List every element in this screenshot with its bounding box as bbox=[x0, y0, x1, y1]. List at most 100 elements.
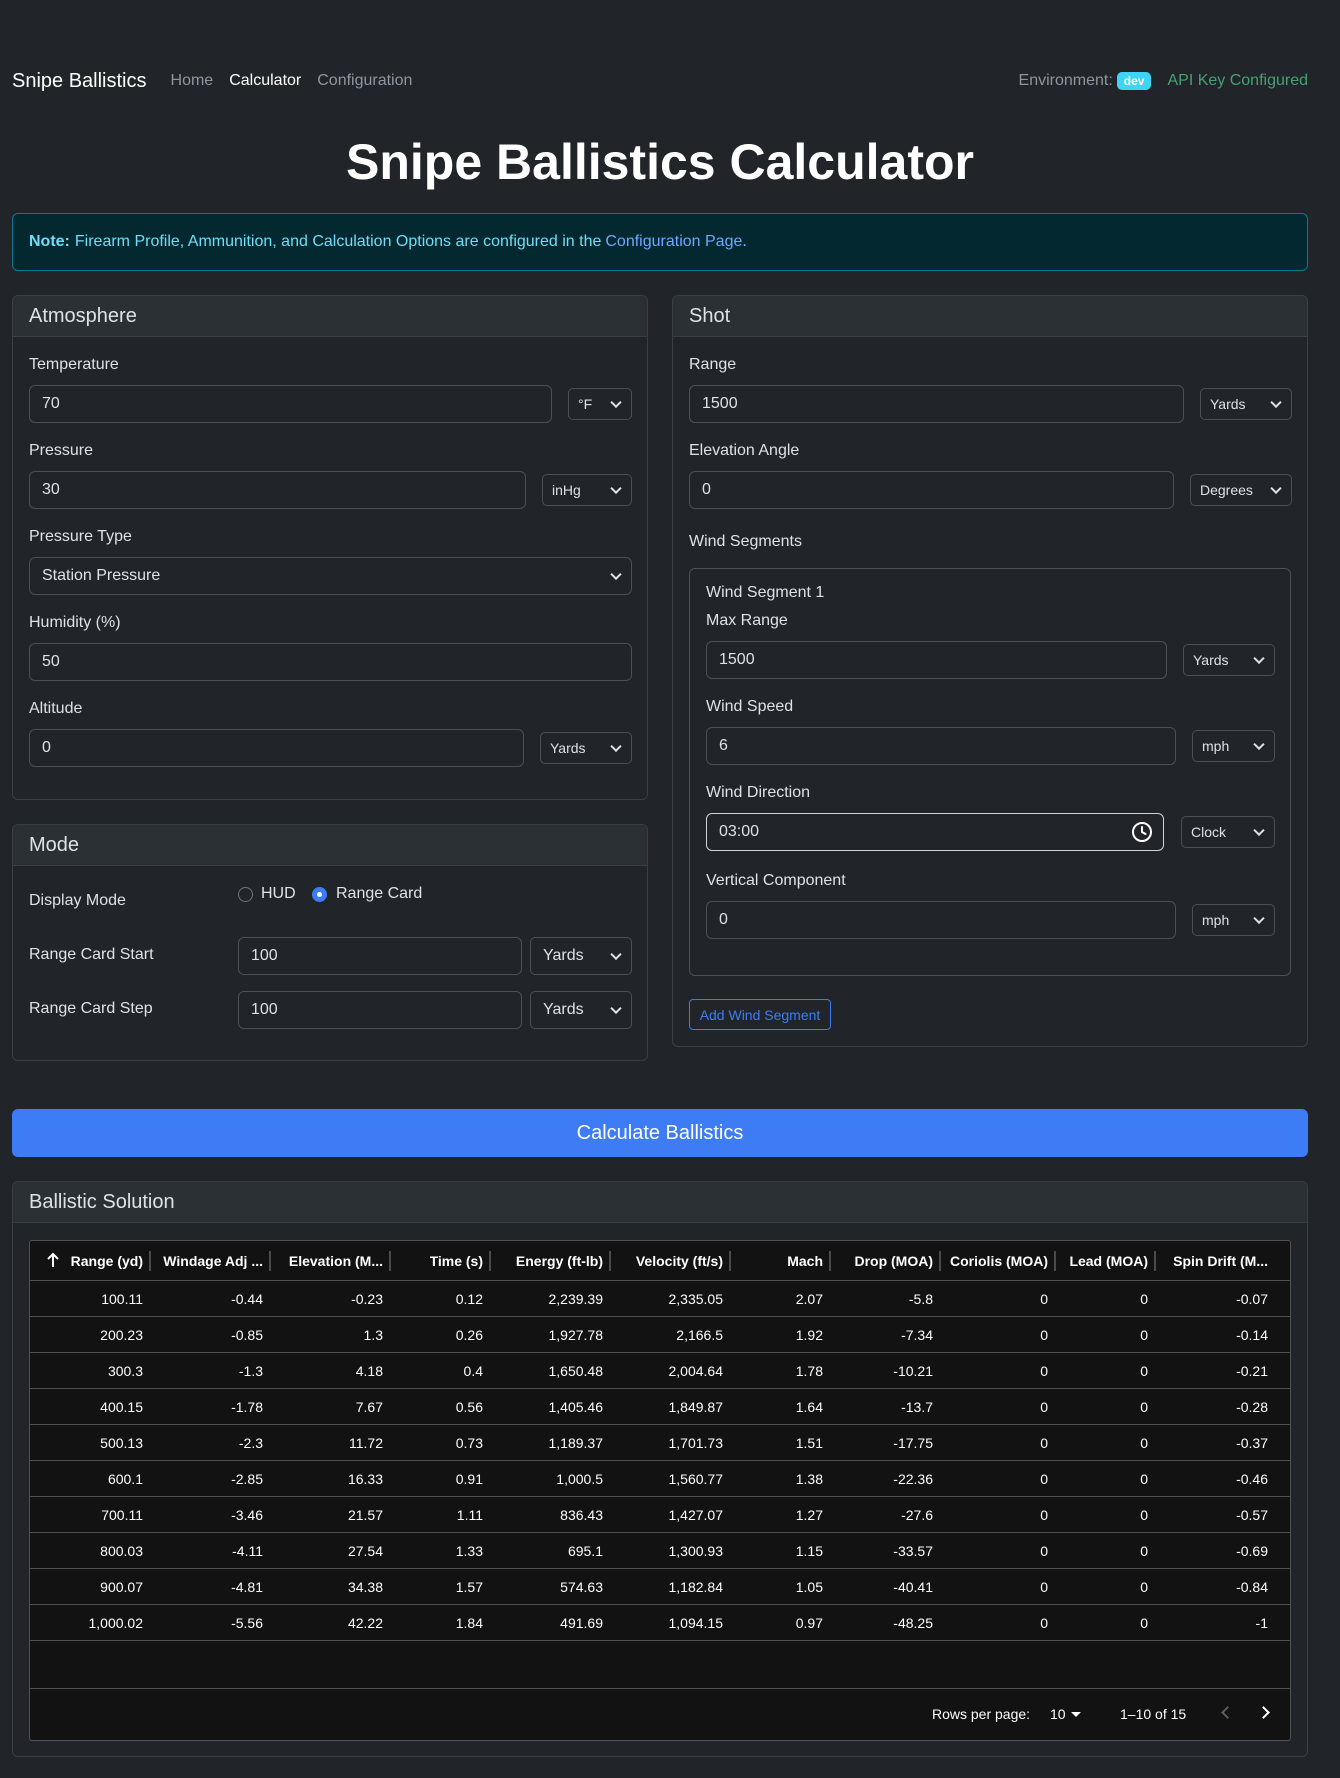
nav-status: Environment: dev API Key Configured bbox=[1019, 72, 1308, 90]
page-range-text: 1–10 of 15 bbox=[1120, 1706, 1187, 1722]
table-cell: 1.92 bbox=[795, 1326, 823, 1343]
caret-down-icon[interactable] bbox=[1071, 1712, 1081, 1717]
wind-direction-input[interactable]: 03:00 bbox=[706, 813, 1164, 851]
table-cell: -7.34 bbox=[901, 1326, 933, 1343]
column-header-range-yd[interactable]: Range (yd) bbox=[30, 1241, 151, 1280]
chevron-left-icon[interactable] bbox=[1221, 1706, 1234, 1719]
table-cell: 836.43 bbox=[560, 1506, 603, 1523]
mode-header: Mode bbox=[13, 825, 647, 866]
calculate-ballistics-button[interactable]: Calculate Ballistics bbox=[12, 1109, 1308, 1157]
table-row[interactable]: 500.13 -2.3 11.72 0.73 1,189.37 1,701.73 1.51 -… bbox=[30, 1425, 1290, 1461]
sort-ascending-icon[interactable] bbox=[46, 1252, 60, 1268]
range-input[interactable]: 1500 bbox=[689, 385, 1184, 423]
configuration-page-link[interactable]: Configuration Page bbox=[605, 233, 742, 251]
column-header-time-s[interactable]: Time (s) bbox=[391, 1241, 491, 1280]
table-cell: 1.84 bbox=[455, 1614, 483, 1631]
altitude-input[interactable]: 0 bbox=[29, 729, 524, 767]
table-cell: -0.57 bbox=[1236, 1506, 1268, 1523]
column-header-spin-drift-m[interactable]: Spin Drift (M... bbox=[1156, 1241, 1276, 1280]
temperature-label: Temperature bbox=[29, 356, 119, 373]
table-row[interactable]: 300.3 -1.3 4.18 0.4 1,650.48 2,004.64 1.78 -10.… bbox=[30, 1353, 1290, 1389]
note-end: . bbox=[742, 233, 747, 250]
table-cell: 27.54 bbox=[347, 1542, 383, 1559]
table-row[interactable]: 100.11 -0.44 -0.23 0.12 2,239.39 2,335.05 2.07… bbox=[30, 1281, 1290, 1317]
add-wind-segment-button[interactable]: Add Wind Segment bbox=[689, 999, 831, 1030]
wind-direction-unit-select[interactable]: Clock bbox=[1181, 816, 1275, 848]
column-header-label: Drop (MOA) bbox=[854, 1252, 933, 1269]
nav-home[interactable]: Home bbox=[171, 72, 214, 90]
elevation-angle-unit-select[interactable]: Degrees bbox=[1190, 474, 1292, 506]
table-cell: 1,094.15 bbox=[668, 1614, 724, 1631]
humidity-input[interactable]: 50 bbox=[29, 643, 632, 681]
temperature-unit-select[interactable]: °F bbox=[568, 388, 632, 420]
range-card-start-input[interactable]: 100 bbox=[238, 937, 522, 975]
vertical-component-input[interactable]: 0 bbox=[706, 901, 1176, 939]
pressure-input[interactable]: 30 bbox=[29, 471, 526, 509]
hud-radio[interactable] bbox=[238, 887, 253, 902]
nav-configuration[interactable]: Configuration bbox=[317, 72, 412, 90]
table-cell: -5.8 bbox=[908, 1290, 933, 1307]
column-header-coriolis-moa[interactable]: Coriolis (MOA) bbox=[941, 1241, 1056, 1280]
table-cell: 34.38 bbox=[347, 1578, 383, 1595]
table-cell: -0.23 bbox=[351, 1290, 383, 1307]
table-cell: 0.97 bbox=[795, 1614, 823, 1631]
rows-per-page-select[interactable]: 10 bbox=[1050, 1706, 1066, 1722]
table-row[interactable]: 1,000.02 -5.56 42.22 1.84 491.69 1,094.15 0.97… bbox=[30, 1605, 1290, 1641]
api-key-status: API Key Configured bbox=[1167, 72, 1308, 89]
max-range-unit-value: Yards bbox=[1193, 652, 1229, 668]
table-cell: 1.78 bbox=[795, 1362, 823, 1379]
range-card-step-unit-select[interactable]: Yards bbox=[530, 991, 632, 1029]
range-card-step-input[interactable]: 100 bbox=[238, 991, 522, 1029]
brand[interactable]: Snipe Ballistics bbox=[12, 70, 147, 93]
table-cell: 0.56 bbox=[455, 1398, 483, 1415]
table-cell: 1,300.93 bbox=[668, 1542, 724, 1559]
max-range-unit-select[interactable]: Yards bbox=[1183, 644, 1275, 676]
range-unit-select[interactable]: Yards bbox=[1200, 388, 1292, 420]
clock-icon[interactable] bbox=[1131, 821, 1153, 843]
table-cell: 0 bbox=[1040, 1326, 1048, 1343]
environment-badge: dev bbox=[1116, 72, 1152, 90]
chevron-right-icon[interactable] bbox=[1257, 1706, 1270, 1719]
table-row[interactable]: 200.23 -0.85 1.3 0.26 1,927.78 2,166.5 1.92 -7.… bbox=[30, 1317, 1290, 1353]
wind-speed-input[interactable]: 6 bbox=[706, 727, 1176, 765]
grid-body: 100.11 -0.44 -0.23 0.12 2,239.39 2,335.05 2.07… bbox=[30, 1281, 1290, 1641]
wind-direction-value: 03:00 bbox=[719, 823, 760, 840]
column-header-elevation-m[interactable]: Elevation (M... bbox=[271, 1241, 391, 1280]
nav-calculator[interactable]: Calculator bbox=[229, 72, 301, 90]
chevron-down-icon bbox=[610, 396, 622, 409]
range-card-radio[interactable] bbox=[312, 887, 327, 902]
pressure-unit-select[interactable]: inHg bbox=[542, 474, 632, 506]
table-cell: 2,335.05 bbox=[668, 1290, 724, 1307]
column-header-label: Mach bbox=[787, 1252, 823, 1269]
vertical-component-unit-select[interactable]: mph bbox=[1192, 904, 1275, 936]
temperature-input[interactable]: 70 bbox=[29, 385, 552, 423]
max-range-input[interactable]: 1500 bbox=[706, 641, 1167, 679]
table-cell: 800.03 bbox=[100, 1542, 143, 1559]
table-row[interactable]: 900.07 -4.81 34.38 1.57 574.63 1,182.84 1.05 -4… bbox=[30, 1569, 1290, 1605]
table-cell: -22.36 bbox=[893, 1470, 933, 1487]
column-header-lead-moa[interactable]: Lead (MOA) bbox=[1056, 1241, 1156, 1280]
column-header-energy-ft-lb[interactable]: Energy (ft-lb) bbox=[491, 1241, 611, 1280]
column-header-windage-adj[interactable]: Windage Adj ... bbox=[151, 1241, 271, 1280]
column-header-mach[interactable]: Mach bbox=[731, 1241, 831, 1280]
hud-radio-label[interactable]: HUD bbox=[261, 885, 296, 903]
range-card-start-unit-select[interactable]: Yards bbox=[530, 937, 632, 975]
table-cell: -48.25 bbox=[893, 1614, 933, 1631]
table-cell: 100.11 bbox=[101, 1290, 143, 1307]
table-cell: 1.38 bbox=[795, 1470, 823, 1487]
range-card-radio-label[interactable]: Range Card bbox=[336, 885, 422, 903]
pressure-type-select[interactable]: Station Pressure bbox=[29, 557, 632, 595]
column-header-drop-moa[interactable]: Drop (MOA) bbox=[831, 1241, 941, 1280]
altitude-unit-select[interactable]: Yards bbox=[540, 732, 632, 764]
table-row[interactable]: 600.1 -2.85 16.33 0.91 1,000.5 1,560.77 1.38 -2… bbox=[30, 1461, 1290, 1497]
column-header-velocity-ft-s[interactable]: Velocity (ft/s) bbox=[611, 1241, 731, 1280]
table-row[interactable]: 800.03 -4.11 27.54 1.33 695.1 1,300.93 1.15 -33… bbox=[30, 1533, 1290, 1569]
elevation-angle-input[interactable]: 0 bbox=[689, 471, 1174, 509]
table-row[interactable]: 400.15 -1.78 7.67 0.56 1,405.46 1,849.87 1.64 -… bbox=[30, 1389, 1290, 1425]
wind-speed-label: Wind Speed bbox=[706, 698, 794, 715]
table-row[interactable]: 700.11 -3.46 21.57 1.11 836.43 1,427.07 1.27 -2… bbox=[30, 1497, 1290, 1533]
table-cell: 0.73 bbox=[455, 1434, 483, 1451]
table-cell: 0 bbox=[1140, 1326, 1148, 1343]
wind-speed-unit-select[interactable]: mph bbox=[1192, 730, 1275, 762]
table-cell: 200.23 bbox=[100, 1326, 143, 1343]
